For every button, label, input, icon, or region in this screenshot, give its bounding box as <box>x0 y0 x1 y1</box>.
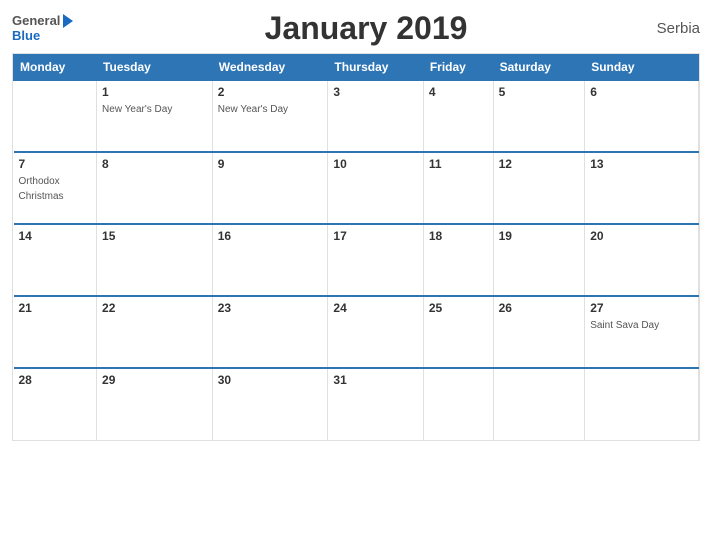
page: General Blue January 2019 Serbia MondayT… <box>0 0 712 550</box>
day-number: 4 <box>429 85 488 99</box>
calendar-cell: 7 Orthodox Christmas <box>14 152 97 224</box>
day-number: 19 <box>499 229 580 243</box>
logo: General Blue <box>12 14 92 43</box>
calendar-week-row: 14 15 16 17 18 19 20 <box>14 224 699 296</box>
day-number: 8 <box>102 157 207 171</box>
calendar-table: MondayTuesdayWednesdayThursdayFridaySatu… <box>13 54 699 440</box>
calendar-cell <box>585 368 699 440</box>
calendar-cell: 15 <box>97 224 213 296</box>
day-number: 30 <box>218 373 323 387</box>
day-number: 15 <box>102 229 207 243</box>
day-number: 24 <box>333 301 417 315</box>
day-number: 3 <box>333 85 417 99</box>
day-number: 6 <box>590 85 693 99</box>
calendar-cell: 14 <box>14 224 97 296</box>
day-number: 16 <box>218 229 323 243</box>
calendar-cell: 19 <box>493 224 585 296</box>
day-number: 25 <box>429 301 488 315</box>
day-header-wednesday: Wednesday <box>212 55 328 81</box>
day-number: 28 <box>19 373 92 387</box>
day-number: 17 <box>333 229 417 243</box>
day-number: 29 <box>102 373 207 387</box>
day-number: 13 <box>590 157 693 171</box>
day-number: 26 <box>499 301 580 315</box>
calendar-cell: 30 <box>212 368 328 440</box>
calendar-week-row: 1 New Year's Day 2 New Year's Day 3456 <box>14 80 699 152</box>
event-label: New Year's Day <box>218 104 288 115</box>
day-number: 7 <box>19 157 92 171</box>
calendar-cell: 25 <box>423 296 493 368</box>
calendar-title: January 2019 <box>92 10 640 47</box>
calendar-cell <box>493 368 585 440</box>
calendar-week-row: 28 29 30 31 <box>14 368 699 440</box>
calendar-cell: 16 <box>212 224 328 296</box>
calendar-cell: 31 <box>328 368 423 440</box>
calendar-cell: 21 <box>14 296 97 368</box>
calendar-cell: 3 <box>328 80 423 152</box>
day-number: 9 <box>218 157 323 171</box>
event-label: Orthodox Christmas <box>19 176 64 202</box>
day-number: 22 <box>102 301 207 315</box>
day-number: 14 <box>19 229 92 243</box>
country-label: Serbia <box>640 20 700 37</box>
day-header-monday: Monday <box>14 55 97 81</box>
day-number: 2 <box>218 85 323 99</box>
day-number: 18 <box>429 229 488 243</box>
calendar-cell: 12 <box>493 152 585 224</box>
day-number: 1 <box>102 85 207 99</box>
calendar-cell: 9 <box>212 152 328 224</box>
calendar-cell: 8 <box>97 152 213 224</box>
calendar-cell: 10 <box>328 152 423 224</box>
calendar-cell: 4 <box>423 80 493 152</box>
day-header-friday: Friday <box>423 55 493 81</box>
calendar-cell: 29 <box>97 368 213 440</box>
logo-triangle-icon <box>63 14 73 28</box>
logo-blue: Blue <box>12 29 92 43</box>
calendar-body: 1 New Year's Day 2 New Year's Day 3456 7 Ortho… <box>14 80 699 440</box>
day-number: 21 <box>19 301 92 315</box>
calendar-cell: 5 <box>493 80 585 152</box>
calendar-cell: 28 <box>14 368 97 440</box>
day-number: 10 <box>333 157 417 171</box>
calendar-cell: 26 <box>493 296 585 368</box>
calendar-cell: 20 <box>585 224 699 296</box>
calendar-cell: 13 <box>585 152 699 224</box>
calendar-cell: 27 Saint Sava Day <box>585 296 699 368</box>
calendar-cell: 11 <box>423 152 493 224</box>
calendar-cell <box>14 80 97 152</box>
day-header-sunday: Sunday <box>585 55 699 81</box>
calendar-wrapper: MondayTuesdayWednesdayThursdayFridaySatu… <box>12 53 700 441</box>
calendar-week-row: 21 22 23 24 25 26 27 Saint Sava Day <box>14 296 699 368</box>
day-number: 12 <box>499 157 580 171</box>
event-label: New Year's Day <box>102 104 172 115</box>
calendar-cell: 17 <box>328 224 423 296</box>
logo-general: General <box>12 14 60 28</box>
day-header-thursday: Thursday <box>328 55 423 81</box>
day-header-saturday: Saturday <box>493 55 585 81</box>
calendar-header: MondayTuesdayWednesdayThursdayFridaySatu… <box>14 55 699 81</box>
days-header-row: MondayTuesdayWednesdayThursdayFridaySatu… <box>14 55 699 81</box>
calendar-cell <box>423 368 493 440</box>
calendar-cell: 22 <box>97 296 213 368</box>
calendar-cell: 24 <box>328 296 423 368</box>
day-number: 23 <box>218 301 323 315</box>
calendar-cell: 2 New Year's Day <box>212 80 328 152</box>
event-label: Saint Sava Day <box>590 320 659 331</box>
day-number: 5 <box>499 85 580 99</box>
calendar-cell: 6 <box>585 80 699 152</box>
day-number: 11 <box>429 157 488 171</box>
day-header-tuesday: Tuesday <box>97 55 213 81</box>
calendar-cell: 18 <box>423 224 493 296</box>
header: General Blue January 2019 Serbia <box>12 10 700 47</box>
calendar-week-row: 7 Orthodox Christmas 89 10 11 12 13 <box>14 152 699 224</box>
calendar-cell: 23 <box>212 296 328 368</box>
day-number: 20 <box>590 229 693 243</box>
day-number: 27 <box>590 301 693 315</box>
day-number: 31 <box>333 373 417 387</box>
calendar-cell: 1 New Year's Day <box>97 80 213 152</box>
